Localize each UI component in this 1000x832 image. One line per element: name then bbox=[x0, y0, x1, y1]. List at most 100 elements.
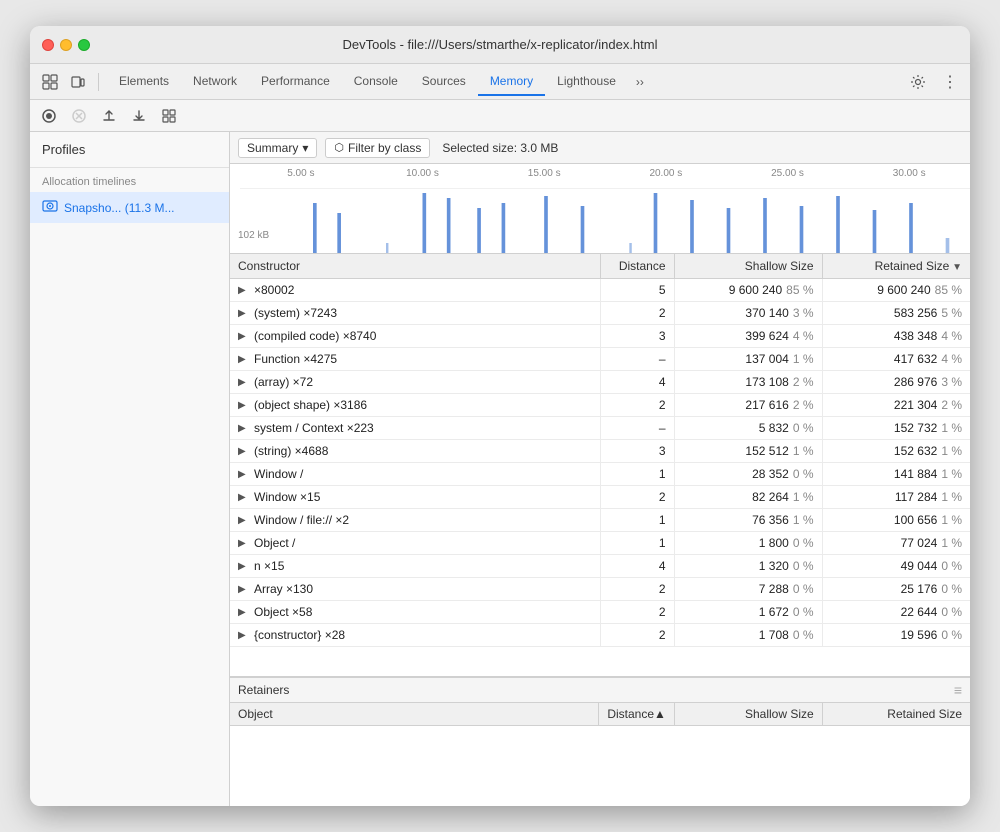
table-row[interactable]: ▶ Array ×130 2 7 288 0 % 25 176 0 % bbox=[230, 578, 970, 601]
retained-value: 583 256 bbox=[894, 306, 937, 320]
retainers-scroll-icon: ≡ bbox=[954, 682, 962, 698]
inspect-icon[interactable] bbox=[38, 70, 62, 94]
tab-memory[interactable]: Memory bbox=[478, 68, 545, 96]
shallow-pct: 1 % bbox=[793, 444, 814, 458]
summary-dropdown[interactable]: Summary ▾ bbox=[238, 138, 317, 158]
close-button[interactable] bbox=[42, 39, 54, 51]
retainers-label: Retainers bbox=[238, 683, 289, 697]
cell-shallow: 5 832 0 % bbox=[674, 417, 822, 440]
timeline-label-6: 30.00 s bbox=[848, 168, 970, 179]
table-row[interactable]: ▶ (array) ×72 4 173 108 2 % 286 976 3 % bbox=[230, 371, 970, 394]
sidebar-item-snapshot[interactable]: Snapsho... (11.3 M... bbox=[30, 192, 229, 223]
expand-arrow-icon[interactable]: ▶ bbox=[238, 423, 250, 434]
cell-retained: 417 632 4 % bbox=[822, 348, 970, 371]
more-tabs-button[interactable]: ›› bbox=[628, 71, 652, 93]
cell-distance: 2 bbox=[600, 624, 674, 647]
expand-arrow-icon[interactable]: ▶ bbox=[238, 538, 250, 549]
record-icon[interactable] bbox=[38, 105, 60, 127]
table-row[interactable]: ▶ (compiled code) ×8740 3 399 624 4 % 43… bbox=[230, 325, 970, 348]
traffic-lights bbox=[42, 39, 90, 51]
shallow-pct: 3 % bbox=[793, 306, 814, 320]
retained-value: 100 656 bbox=[894, 513, 937, 527]
col-header-retained[interactable]: Retained Size bbox=[822, 254, 970, 279]
expand-arrow-icon[interactable]: ▶ bbox=[238, 515, 250, 526]
download-icon[interactable] bbox=[128, 105, 150, 127]
tab-lighthouse[interactable]: Lighthouse bbox=[545, 68, 628, 96]
constructor-name: (array) ×72 bbox=[254, 375, 313, 389]
expand-arrow-icon[interactable]: ▶ bbox=[238, 331, 250, 342]
retained-value: 25 176 bbox=[901, 582, 938, 596]
toolbar-right: ⋮ bbox=[906, 70, 962, 94]
shallow-pct: 2 % bbox=[793, 398, 814, 412]
toolbar-separator bbox=[98, 73, 99, 91]
cell-distance: 2 bbox=[600, 601, 674, 624]
menu-icon[interactable]: ⋮ bbox=[938, 70, 962, 94]
tab-performance[interactable]: Performance bbox=[249, 68, 342, 96]
expand-arrow-icon[interactable]: ▶ bbox=[238, 400, 250, 411]
col-header-constructor[interactable]: Constructor bbox=[230, 254, 600, 279]
upload-icon[interactable] bbox=[98, 105, 120, 127]
profile-grid-icon[interactable] bbox=[158, 105, 180, 127]
expand-arrow-icon[interactable]: ▶ bbox=[238, 377, 250, 388]
col-header-shallow[interactable]: Shallow Size bbox=[674, 254, 822, 279]
expand-arrow-icon[interactable]: ▶ bbox=[238, 469, 250, 480]
table-row[interactable]: ▶ Object ×58 2 1 672 0 % 22 644 0 % bbox=[230, 601, 970, 624]
table-row[interactable]: ▶ Object / 1 1 800 0 % 77 024 1 % bbox=[230, 532, 970, 555]
table-container[interactable]: Constructor Distance Shallow Size Retain… bbox=[230, 254, 970, 676]
col-header-distance[interactable]: Distance bbox=[600, 254, 674, 279]
retained-value: 152 732 bbox=[894, 421, 937, 435]
expand-arrow-icon[interactable]: ▶ bbox=[238, 492, 250, 503]
expand-arrow-icon[interactable]: ▶ bbox=[238, 446, 250, 457]
devtools-window: DevTools - file:///Users/stmarthe/x-repl… bbox=[30, 26, 970, 806]
shallow-pct: 0 % bbox=[793, 559, 814, 573]
table-row[interactable]: ▶ (object shape) ×3186 2 217 616 2 % 221… bbox=[230, 394, 970, 417]
tab-elements[interactable]: Elements bbox=[107, 68, 181, 96]
maximize-button[interactable] bbox=[78, 39, 90, 51]
tab-sources[interactable]: Sources bbox=[410, 68, 478, 96]
table-row[interactable]: ▶ ×80002 5 9 600 240 85 % 9 600 240 85 % bbox=[230, 279, 970, 302]
cell-retained: 583 256 5 % bbox=[822, 302, 970, 325]
cell-shallow: 370 140 3 % bbox=[674, 302, 822, 325]
expand-arrow-icon[interactable]: ▶ bbox=[238, 561, 250, 572]
table-row[interactable]: ▶ Window / file:// ×2 1 76 356 1 % 100 6… bbox=[230, 509, 970, 532]
expand-arrow-icon[interactable]: ▶ bbox=[238, 285, 250, 296]
expand-arrow-icon[interactable]: ▶ bbox=[238, 354, 250, 365]
filter-button[interactable]: ⬡ Filter by class bbox=[325, 138, 430, 158]
expand-arrow-icon[interactable]: ▶ bbox=[238, 308, 250, 319]
filter-label: Filter by class bbox=[348, 141, 421, 155]
tab-network[interactable]: Network bbox=[181, 68, 249, 96]
device-icon[interactable] bbox=[66, 70, 90, 94]
cell-distance: 2 bbox=[600, 302, 674, 325]
table-row[interactable]: ▶ Window / 1 28 352 0 % 141 884 1 % bbox=[230, 463, 970, 486]
expand-arrow-icon[interactable]: ▶ bbox=[238, 584, 250, 595]
table-row[interactable]: ▶ Function ×4275 – 137 004 1 % 417 632 4… bbox=[230, 348, 970, 371]
retained-pct: 4 % bbox=[941, 329, 962, 343]
table-row[interactable]: ▶ Window ×15 2 82 264 1 % 117 284 1 % bbox=[230, 486, 970, 509]
retainers-header: Retainers ≡ bbox=[230, 677, 970, 703]
sidebar-item-label: Snapsho... (11.3 M... bbox=[64, 201, 175, 215]
retained-value: 77 024 bbox=[901, 536, 938, 550]
shallow-value: 82 264 bbox=[752, 490, 789, 504]
table-row[interactable]: ▶ (string) ×4688 3 152 512 1 % 152 632 1… bbox=[230, 440, 970, 463]
cell-distance: – bbox=[600, 417, 674, 440]
retained-pct: 0 % bbox=[941, 628, 962, 642]
timeline-label-4: 20.00 s bbox=[605, 168, 727, 179]
retained-pct: 1 % bbox=[941, 421, 962, 435]
shallow-value: 173 108 bbox=[745, 375, 788, 389]
expand-arrow-icon[interactable]: ▶ bbox=[238, 630, 250, 641]
retained-value: 22 644 bbox=[901, 605, 938, 619]
retained-value: 438 348 bbox=[894, 329, 937, 343]
settings-icon[interactable] bbox=[906, 70, 930, 94]
shallow-pct: 0 % bbox=[793, 582, 814, 596]
expand-arrow-icon[interactable]: ▶ bbox=[238, 607, 250, 618]
cell-distance: – bbox=[600, 348, 674, 371]
shallow-value: 1 800 bbox=[759, 536, 789, 550]
table-row[interactable]: ▶ n ×15 4 1 320 0 % 49 044 0 % bbox=[230, 555, 970, 578]
tab-console[interactable]: Console bbox=[342, 68, 410, 96]
table-row[interactable]: ▶ system / Context ×223 – 5 832 0 % 152 … bbox=[230, 417, 970, 440]
minimize-button[interactable] bbox=[60, 39, 72, 51]
timeline-chart[interactable] bbox=[240, 188, 970, 253]
retainers-header-row: Object Distance▲ Shallow Size Retained S… bbox=[230, 703, 970, 726]
table-row[interactable]: ▶ {constructor} ×28 2 1 708 0 % 19 596 0… bbox=[230, 624, 970, 647]
table-row[interactable]: ▶ (system) ×7243 2 370 140 3 % 583 256 5… bbox=[230, 302, 970, 325]
